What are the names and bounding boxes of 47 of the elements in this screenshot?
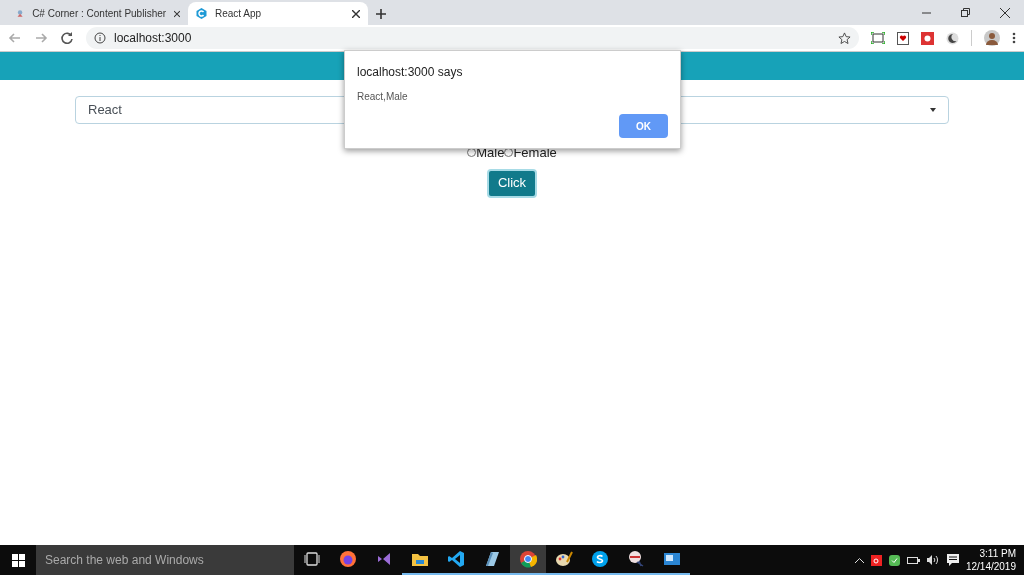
app-icon [663, 550, 681, 568]
app-icon [447, 550, 465, 568]
avatar-icon[interactable] [984, 30, 1000, 46]
browser-tab[interactable]: React App [188, 2, 368, 25]
close-icon[interactable] [174, 9, 180, 18]
dialog-message: React,Male [357, 90, 409, 104]
new-tab-icon[interactable] [376, 8, 386, 19]
app-icon [519, 550, 537, 568]
search-field[interactable]: Search the web and Windows [36, 545, 294, 575]
app-icon [627, 550, 645, 568]
speaker-icon[interactable] [926, 555, 940, 565]
restore-icon[interactable] [961, 8, 970, 17]
tab-title: React App [215, 7, 263, 21]
menu-icon[interactable] [1012, 32, 1016, 44]
reload-icon[interactable] [60, 31, 74, 45]
click-button[interactable]: Click [486, 168, 538, 198]
notification-icon[interactable] [946, 554, 959, 566]
start-icon[interactable] [11, 553, 25, 567]
app-icon [303, 550, 321, 568]
minimize-icon[interactable] [922, 11, 931, 14]
dialog-title: localhost:3000 says [357, 64, 464, 81]
info-icon[interactable] [94, 32, 106, 44]
dropdown-caret-icon [930, 108, 936, 112]
clock-time[interactable]: 3:11 PM [979, 547, 1016, 560]
chevron-up-icon[interactable] [854, 557, 864, 563]
app-icon [339, 550, 357, 568]
address-bar[interactable]: localhost:3000 [86, 27, 859, 49]
app-icon [483, 550, 501, 568]
battery-icon[interactable] [906, 556, 920, 564]
screenshot-icon[interactable] [871, 32, 885, 44]
clock-date[interactable]: 12/14/2019 [965, 560, 1016, 573]
extension-icon[interactable] [921, 31, 934, 45]
app-icon [375, 550, 393, 568]
app-icon [591, 550, 609, 568]
tab-title: C# Corner : Content Publisher [32, 7, 167, 21]
app-icon [555, 550, 573, 568]
site-icon [196, 8, 207, 19]
close-icon[interactable] [352, 9, 360, 18]
shield-check-icon[interactable] [888, 554, 900, 566]
star-icon[interactable] [838, 31, 851, 45]
tray-app-icon[interactable] [870, 554, 882, 566]
site-icon [16, 8, 25, 19]
dark-mode-icon[interactable] [946, 31, 959, 45]
taskbar-app[interactable] [510, 545, 546, 575]
close-icon[interactable] [1000, 7, 1010, 18]
url-text: localhost:3000 [114, 30, 193, 47]
extension-icon[interactable] [897, 31, 909, 45]
